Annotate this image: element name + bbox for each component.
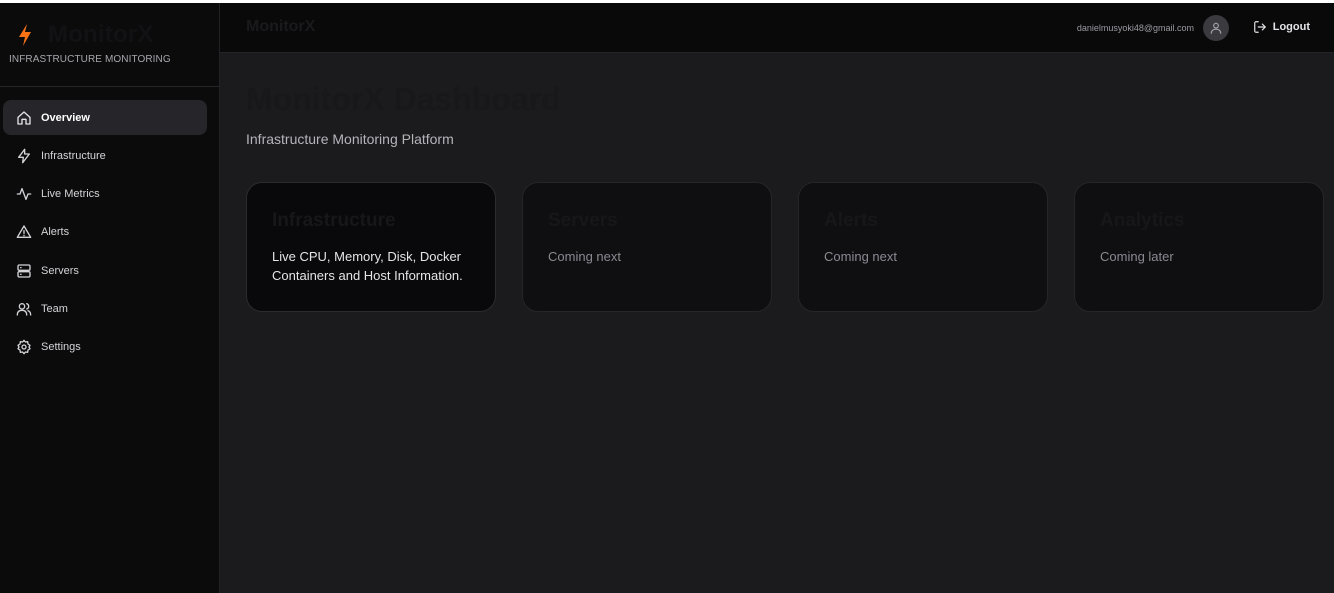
- card-description: Live CPU, Memory, Disk, Docker Container…: [272, 249, 463, 283]
- sidebar-item-label: Settings: [41, 341, 81, 354]
- sidebar-item-team[interactable]: Team: [3, 291, 207, 326]
- sidebar-item-servers[interactable]: Servers: [3, 253, 207, 288]
- server-icon: [16, 263, 32, 279]
- user-icon: [1210, 22, 1222, 34]
- sidebar-item-label: Servers: [41, 264, 79, 277]
- card-description: Coming next: [824, 249, 897, 264]
- card-description: Coming next: [548, 249, 621, 264]
- card-infrastructure[interactable]: Infrastructure Live CPU, Memory, Disk, D…: [246, 182, 496, 312]
- logout-label: Logout: [1272, 21, 1310, 33]
- card-title: Alerts: [824, 210, 878, 231]
- card-title: Infrastructure: [272, 210, 396, 231]
- sidebar-item-label: Alerts: [41, 226, 70, 239]
- logout-icon: [1253, 21, 1266, 33]
- main-content: MonitorX danielmusyoki48@gmail.com Logou…: [220, 3, 1334, 593]
- page-subtitle: Infrastructure Monitoring Platform: [246, 131, 454, 147]
- logout-button[interactable]: Logout: [1253, 20, 1310, 34]
- card-title: Analytics: [1100, 210, 1185, 231]
- sidebar-item-label: Infrastructure: [41, 149, 106, 162]
- card-servers[interactable]: Servers Coming next: [522, 182, 772, 312]
- brand: MonitorX INFRASTRUCTURE MONITORING: [0, 3, 219, 87]
- sidebar-nav: Overview Infrastructure Live Metrics Ale…: [3, 100, 207, 368]
- brand-subtitle: INFRASTRUCTURE MONITORING: [9, 54, 171, 65]
- activity-icon: [16, 186, 32, 202]
- card-title: Servers: [548, 210, 618, 231]
- brand-row[interactable]: MonitorX: [16, 21, 154, 49]
- feature-cards: Infrastructure Live CPU, Memory, Disk, D…: [246, 182, 1324, 312]
- brand-name: MonitorX: [48, 21, 154, 48]
- sidebar-item-live-metrics[interactable]: Live Metrics: [3, 177, 207, 212]
- home-icon: [16, 110, 32, 126]
- topbar: MonitorX danielmusyoki48@gmail.com Logou…: [220, 3, 1334, 53]
- sidebar-item-infrastructure[interactable]: Infrastructure: [3, 138, 207, 173]
- card-alerts[interactable]: Alerts Coming next: [798, 182, 1048, 312]
- avatar[interactable]: [1203, 15, 1229, 41]
- sidebar-item-alerts[interactable]: Alerts: [3, 215, 207, 250]
- sidebar-item-overview[interactable]: Overview: [3, 100, 207, 135]
- gear-icon: [16, 339, 32, 355]
- lightning-bolt-icon: [16, 23, 34, 47]
- sidebar-item-settings[interactable]: Settings: [3, 330, 207, 365]
- users-icon: [16, 301, 32, 317]
- user-email: danielmusyoki48@gmail.com: [1076, 23, 1194, 33]
- card-analytics[interactable]: Analytics Coming later: [1074, 182, 1324, 312]
- sidebar-item-label: Team: [41, 302, 68, 315]
- lightning-icon: [16, 148, 32, 164]
- sidebar: MonitorX INFRASTRUCTURE MONITORING Overv…: [0, 3, 220, 593]
- sidebar-item-label: Live Metrics: [41, 188, 100, 201]
- app-window: MonitorX INFRASTRUCTURE MONITORING Overv…: [0, 3, 1334, 593]
- card-description: Coming later: [1100, 249, 1174, 264]
- topbar-title: MonitorX: [246, 18, 316, 35]
- page-title: MonitorX Dashboard: [246, 81, 561, 117]
- sidebar-item-label: Overview: [41, 111, 90, 124]
- alert-triangle-icon: [16, 224, 32, 240]
